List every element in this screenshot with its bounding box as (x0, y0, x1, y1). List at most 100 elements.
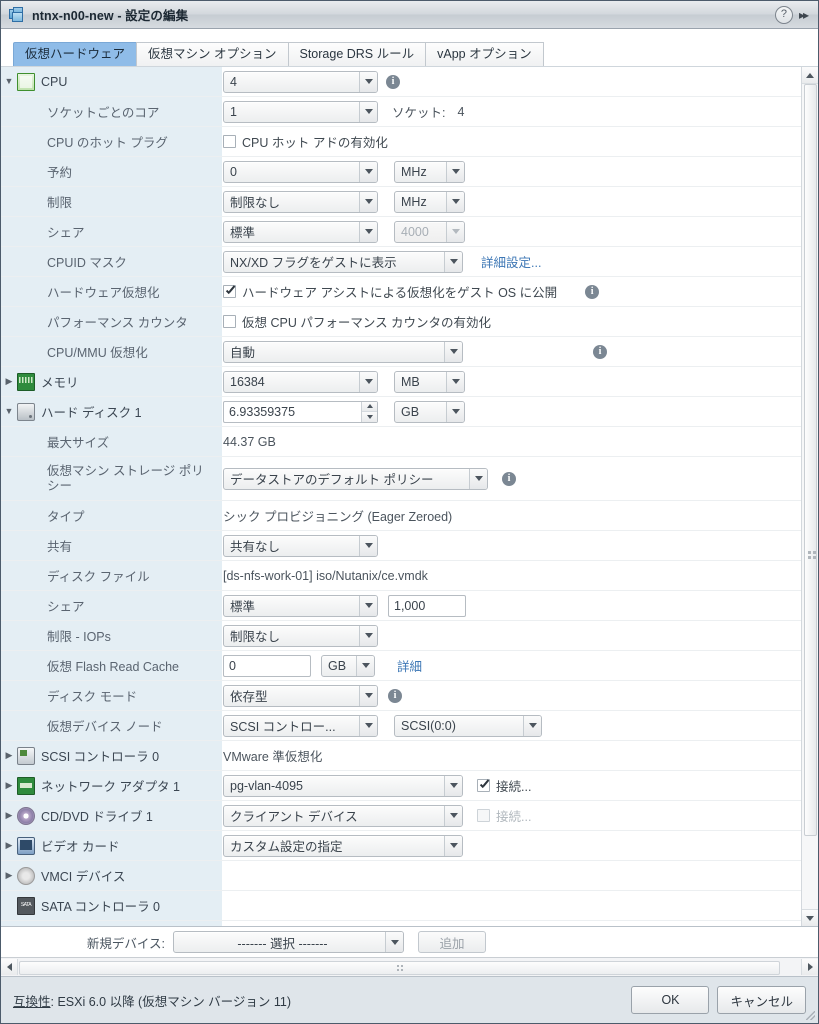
chevron-down-icon[interactable] (359, 72, 377, 92)
chevron-down-icon[interactable] (446, 162, 464, 182)
scroll-down-icon[interactable] (802, 909, 818, 926)
hard-disk-device-label[interactable]: ▼ ハード ディスク 1 (1, 397, 223, 426)
disk-sharing-select[interactable]: 共有なし (223, 535, 378, 557)
hard-disk-unit-select[interactable]: GB (394, 401, 465, 423)
cpuid-advanced-link[interactable]: 詳細設定... (481, 252, 541, 271)
chevron-down-icon[interactable] (359, 626, 377, 646)
new-device-select[interactable]: ------- 選択 ------- (173, 931, 404, 953)
cpu-device-label[interactable]: ▼ CPU (1, 67, 223, 96)
network-connect-checkbox[interactable] (477, 779, 490, 792)
info-icon-cpu[interactable]: i (386, 75, 400, 89)
info-icon-hardware-virtualization[interactable]: i (585, 285, 599, 299)
cancel-button[interactable]: キャンセル (717, 986, 806, 1014)
tab-storage-drs-rules[interactable]: Storage DRS ルール (288, 42, 427, 66)
help-icon[interactable]: ? (775, 6, 793, 24)
chevron-down-icon[interactable] (444, 776, 462, 796)
scsi-controller-device-label[interactable]: ▶ SCSI コントローラ 0 (1, 741, 223, 770)
flash-read-cache-input[interactable]: 0 (223, 655, 311, 677)
virtual-device-node-unit-select[interactable]: SCSI(0:0) (394, 715, 542, 737)
expand-icon-video-card[interactable]: ▶ (1, 841, 17, 850)
cores-per-socket-select[interactable]: 1 (223, 101, 378, 123)
disk-shares-number-input[interactable]: 1,000 (388, 595, 466, 617)
cpu-count-select[interactable]: 4 (223, 71, 378, 93)
hardware-virtualization-checkbox[interactable] (223, 285, 236, 298)
cpu-shares-select[interactable]: 標準 (223, 221, 378, 243)
cpuid-mask-select[interactable]: NX/XD フラグをゲストに表示 (223, 251, 463, 273)
virtual-device-node-controller-select[interactable]: SCSI コントロー... (223, 715, 378, 737)
chevron-down-icon[interactable] (359, 162, 377, 182)
panel-resize-grip[interactable] (808, 551, 816, 567)
chevron-down-icon[interactable] (444, 806, 462, 826)
cpu-reservation-select[interactable]: 0 (223, 161, 378, 183)
chevron-down-icon[interactable] (359, 372, 377, 392)
disk-iops-select[interactable]: 制限なし (223, 625, 378, 647)
cpu-mmu-select[interactable]: 自動 (223, 341, 463, 363)
chevron-down-icon[interactable] (446, 372, 464, 392)
ok-button[interactable]: OK (631, 986, 709, 1014)
expand-icon[interactable]: ▸▸ (799, 8, 811, 22)
network-adapter-device-label[interactable]: ▶ ネットワーク アダプタ 1 (1, 771, 223, 800)
video-card-select[interactable]: カスタム設定の指定 (223, 835, 463, 857)
horizontal-scrollbar[interactable] (1, 957, 818, 977)
chevron-down-icon[interactable] (359, 686, 377, 706)
chevron-down-icon[interactable] (469, 469, 487, 489)
scroll-left-icon[interactable] (1, 959, 18, 975)
chevron-down-icon[interactable] (444, 342, 462, 362)
collapse-icon-cpu[interactable]: ▼ (1, 77, 17, 86)
storage-policy-select[interactable]: データストアのデフォルト ポリシー (223, 468, 488, 490)
memory-device-label[interactable]: ▶ メモリ (1, 367, 223, 396)
expand-icon-memory[interactable]: ▶ (1, 377, 17, 386)
stepper-down-icon[interactable] (362, 412, 377, 422)
chevron-down-icon[interactable] (444, 252, 462, 272)
chevron-down-icon[interactable] (446, 192, 464, 212)
chevron-down-icon[interactable] (523, 716, 541, 736)
cpu-limit-select[interactable]: 制限なし (223, 191, 378, 213)
info-icon-storage-policy[interactable]: i (502, 472, 516, 486)
tab-virtual-hardware[interactable]: 仮想ハードウェア (13, 42, 137, 66)
info-icon-disk-mode[interactable]: i (388, 689, 402, 703)
window-resize-grip[interactable] (806, 1011, 815, 1020)
cddvd-select[interactable]: クライアント デバイス (223, 805, 463, 827)
tab-vm-options[interactable]: 仮想マシン オプション (136, 42, 288, 66)
flash-read-cache-advanced-link[interactable]: 詳細 (397, 656, 422, 675)
cpu-hotadd-checkbox[interactable] (223, 135, 236, 148)
network-adapter-select[interactable]: pg-vlan-4095 (223, 775, 463, 797)
chevron-down-icon[interactable] (359, 596, 377, 616)
chevron-down-icon[interactable] (359, 716, 377, 736)
expand-icon-scsi-controller[interactable]: ▶ (1, 751, 17, 760)
scroll-up-icon[interactable] (802, 67, 818, 84)
video-card-device-label[interactable]: ▶ ビデオ カード (1, 831, 223, 860)
memory-size-select[interactable]: 16384 (223, 371, 378, 393)
expand-icon-network-adapter[interactable]: ▶ (1, 781, 17, 790)
disk-shares-select[interactable]: 標準 (223, 595, 378, 617)
vertical-scroll-thumb[interactable] (804, 84, 817, 836)
tab-vapp-options[interactable]: vApp オプション (425, 42, 543, 66)
vmci-device-label[interactable]: ▶ VMCI デバイス (1, 861, 223, 890)
flash-read-cache-unit-select[interactable]: GB (321, 655, 375, 677)
chevron-down-icon[interactable] (359, 192, 377, 212)
disk-mode-select[interactable]: 依存型 (223, 685, 378, 707)
cpu-reservation-unit-select[interactable]: MHz (394, 161, 465, 183)
horizontal-scroll-thumb[interactable] (19, 961, 780, 975)
collapse-icon-hard-disk[interactable]: ▼ (1, 407, 17, 416)
chevron-down-icon[interactable] (356, 656, 374, 676)
cpu-limit-unit-select[interactable]: MHz (394, 191, 465, 213)
info-icon-cpu-mmu[interactable]: i (593, 345, 607, 359)
chevron-down-icon[interactable] (385, 932, 403, 952)
chevron-down-icon[interactable] (444, 836, 462, 856)
chevron-down-icon[interactable] (359, 222, 377, 242)
expand-icon-cddvd[interactable]: ▶ (1, 811, 17, 820)
chevron-down-icon[interactable] (359, 102, 377, 122)
sata-controller-device-label[interactable]: SATASATA コントローラ 0 (1, 891, 223, 920)
performance-counters-checkbox[interactable] (223, 315, 236, 328)
stepper-up-icon[interactable] (362, 402, 377, 413)
other-devices-label[interactable]: ▶ その他のデバイス (1, 921, 223, 926)
vertical-scrollbar[interactable] (801, 67, 818, 926)
hard-disk-size-input[interactable]: 6.93359375 (223, 401, 378, 423)
chevron-down-icon[interactable] (446, 402, 464, 422)
cddvd-device-label[interactable]: ▶ CD/DVD ドライブ 1 (1, 801, 223, 830)
memory-unit-select[interactable]: MB (394, 371, 465, 393)
scroll-right-icon[interactable] (801, 959, 818, 975)
chevron-down-icon[interactable] (359, 536, 377, 556)
expand-icon-vmci[interactable]: ▶ (1, 871, 17, 880)
